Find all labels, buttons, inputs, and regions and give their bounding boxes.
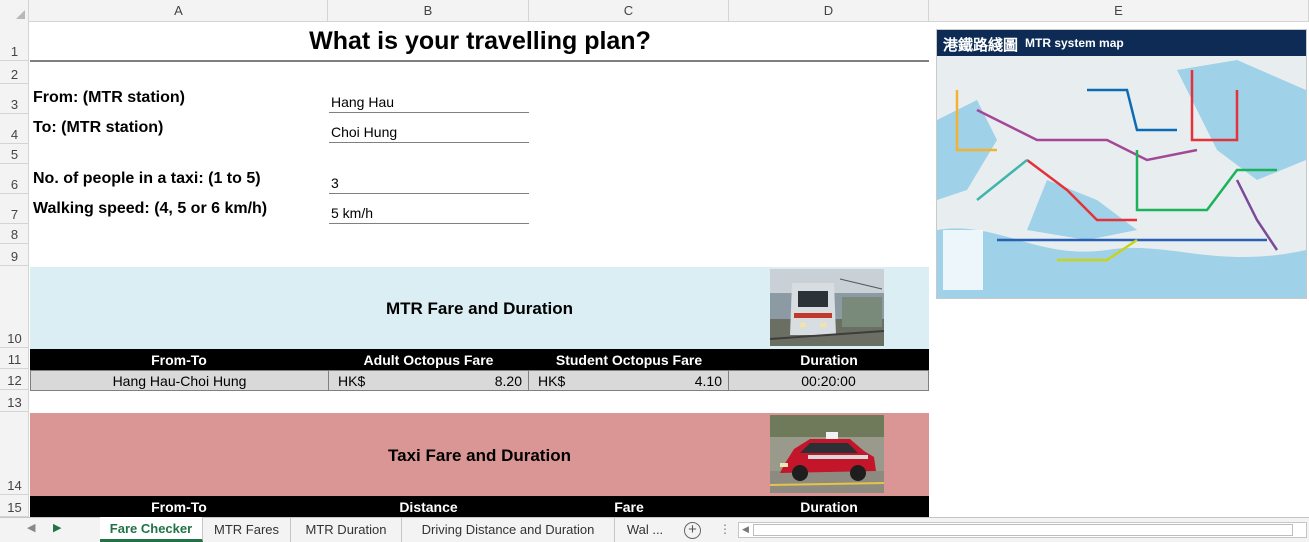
mtr-cell-student-fare[interactable]: HK$ 4.10 (529, 371, 729, 390)
mtr-header-student-fare: Student Octopus Fare (555, 352, 703, 368)
mtr-cell-adult-fare[interactable]: HK$ 8.20 (329, 371, 529, 390)
taxi-header-duration: Duration (800, 499, 858, 515)
to-station-input[interactable]: Choi Hung (329, 122, 529, 143)
people-label: No. of people in a taxi: (1 to 5) (33, 170, 261, 187)
from-label: From: (MTR station) (33, 89, 185, 106)
mtr-train-image (770, 269, 884, 346)
page-title: What is your travelling plan? (309, 27, 651, 55)
title-divider (30, 60, 929, 62)
next-sheet-icon[interactable]: ▶ (53, 521, 61, 534)
row-header[interactable]: 5 (0, 144, 29, 164)
taxi-header-distance: Distance (399, 499, 458, 515)
select-all-corner[interactable] (0, 0, 29, 22)
add-sheet-icon[interactable]: + (684, 522, 701, 539)
column-header-a[interactable]: A (30, 0, 328, 22)
row-header-bar: 1 2 3 4 5 6 7 8 9 10 11 12 13 14 15 (0, 22, 29, 517)
mtr-table-header: From-To Adult Octopus Fare Student Octop… (30, 349, 929, 370)
mtr-table-row[interactable]: Hang Hau-Choi Hung HK$ 8.20 HK$ 4.10 00:… (30, 370, 929, 391)
row-header[interactable]: 15 (0, 495, 29, 517)
student-currency: HK$ (538, 373, 566, 389)
mtr-section-band: MTR Fare and Duration (30, 267, 929, 349)
mtr-header-adult-fare: Adult Octopus Fare (363, 352, 494, 368)
row-header[interactable]: 14 (0, 412, 29, 495)
scrollbar-thumb[interactable] (753, 524, 1293, 536)
to-label: To: (MTR station) (33, 119, 164, 136)
tab-driving-distance[interactable]: Driving Distance and Duration (402, 517, 615, 542)
row-header[interactable]: 6 (0, 164, 29, 194)
mtr-header-from-to: From-To (151, 352, 207, 368)
taxi-header-fare: Fare (614, 499, 644, 515)
column-header-bar: A B C D E (0, 0, 1309, 22)
tab-mtr-duration[interactable]: MTR Duration (291, 517, 402, 542)
mtr-map-title-en: MTR system map (1025, 36, 1124, 50)
prev-sheet-icon[interactable]: ◀ (27, 521, 35, 534)
adult-fare-value: 8.20 (494, 373, 522, 389)
mtr-map-header: 港鐵路綫圖 MTR system map (937, 30, 1306, 56)
mtr-map-title-zh: 港鐵路綫圖 (943, 36, 1019, 54)
column-header-d[interactable]: D (729, 0, 929, 22)
from-station-input[interactable]: Hang Hau (329, 92, 529, 113)
taxi-table-header: From-To Distance Fare Duration (30, 496, 929, 517)
column-header-e[interactable]: E (929, 0, 1309, 22)
taxi-image (770, 415, 884, 493)
adult-currency: HK$ (338, 373, 366, 389)
tab-walking[interactable]: Wal ... (615, 517, 675, 542)
taxi-section-band: Taxi Fare and Duration (30, 413, 929, 496)
walking-speed-label: Walking speed: (4, 5 or 6 km/h) (33, 200, 268, 217)
horizontal-scrollbar[interactable]: ◀ (738, 522, 1307, 538)
walking-speed-input[interactable]: 5 km/h (329, 203, 529, 224)
mtr-cell-from-to[interactable]: Hang Hau-Choi Hung (31, 371, 329, 390)
row-header[interactable]: 8 (0, 224, 29, 244)
tab-fare-checker[interactable]: Fare Checker (100, 517, 203, 542)
row-header[interactable]: 7 (0, 194, 29, 224)
taxi-header-from-to: From-To (151, 499, 207, 515)
row-header[interactable]: 2 (0, 61, 29, 84)
scroll-left-icon[interactable]: ◀ (742, 524, 749, 535)
mtr-header-duration: Duration (800, 352, 858, 368)
column-header-b[interactable]: B (328, 0, 529, 22)
student-fare-value: 4.10 (694, 373, 722, 389)
row-header[interactable]: 10 (0, 266, 29, 348)
sheet-tab-bar: ◀ ▶ Fare Checker MTR Fares MTR Duration … (0, 517, 1309, 542)
column-header-c[interactable]: C (529, 0, 729, 22)
sheet-grid[interactable]: What is your travelling plan? From: (MTR… (30, 23, 1309, 517)
row-header[interactable]: 3 (0, 84, 29, 114)
mtr-cell-duration[interactable]: 00:20:00 (729, 371, 928, 390)
tab-mtr-fares[interactable]: MTR Fares (203, 517, 291, 542)
row-header[interactable]: 13 (0, 390, 29, 412)
row-header[interactable]: 11 (0, 348, 29, 369)
row-header[interactable]: 12 (0, 369, 29, 390)
row-header[interactable]: 4 (0, 114, 29, 144)
row-header[interactable]: 1 (0, 22, 29, 61)
people-count-input[interactable]: 3 (329, 173, 529, 194)
mtr-system-map-image: 港鐵路綫圖 MTR system map (936, 29, 1307, 299)
row-header[interactable]: 9 (0, 244, 29, 266)
more-options-icon[interactable]: ⋮ (719, 522, 731, 536)
